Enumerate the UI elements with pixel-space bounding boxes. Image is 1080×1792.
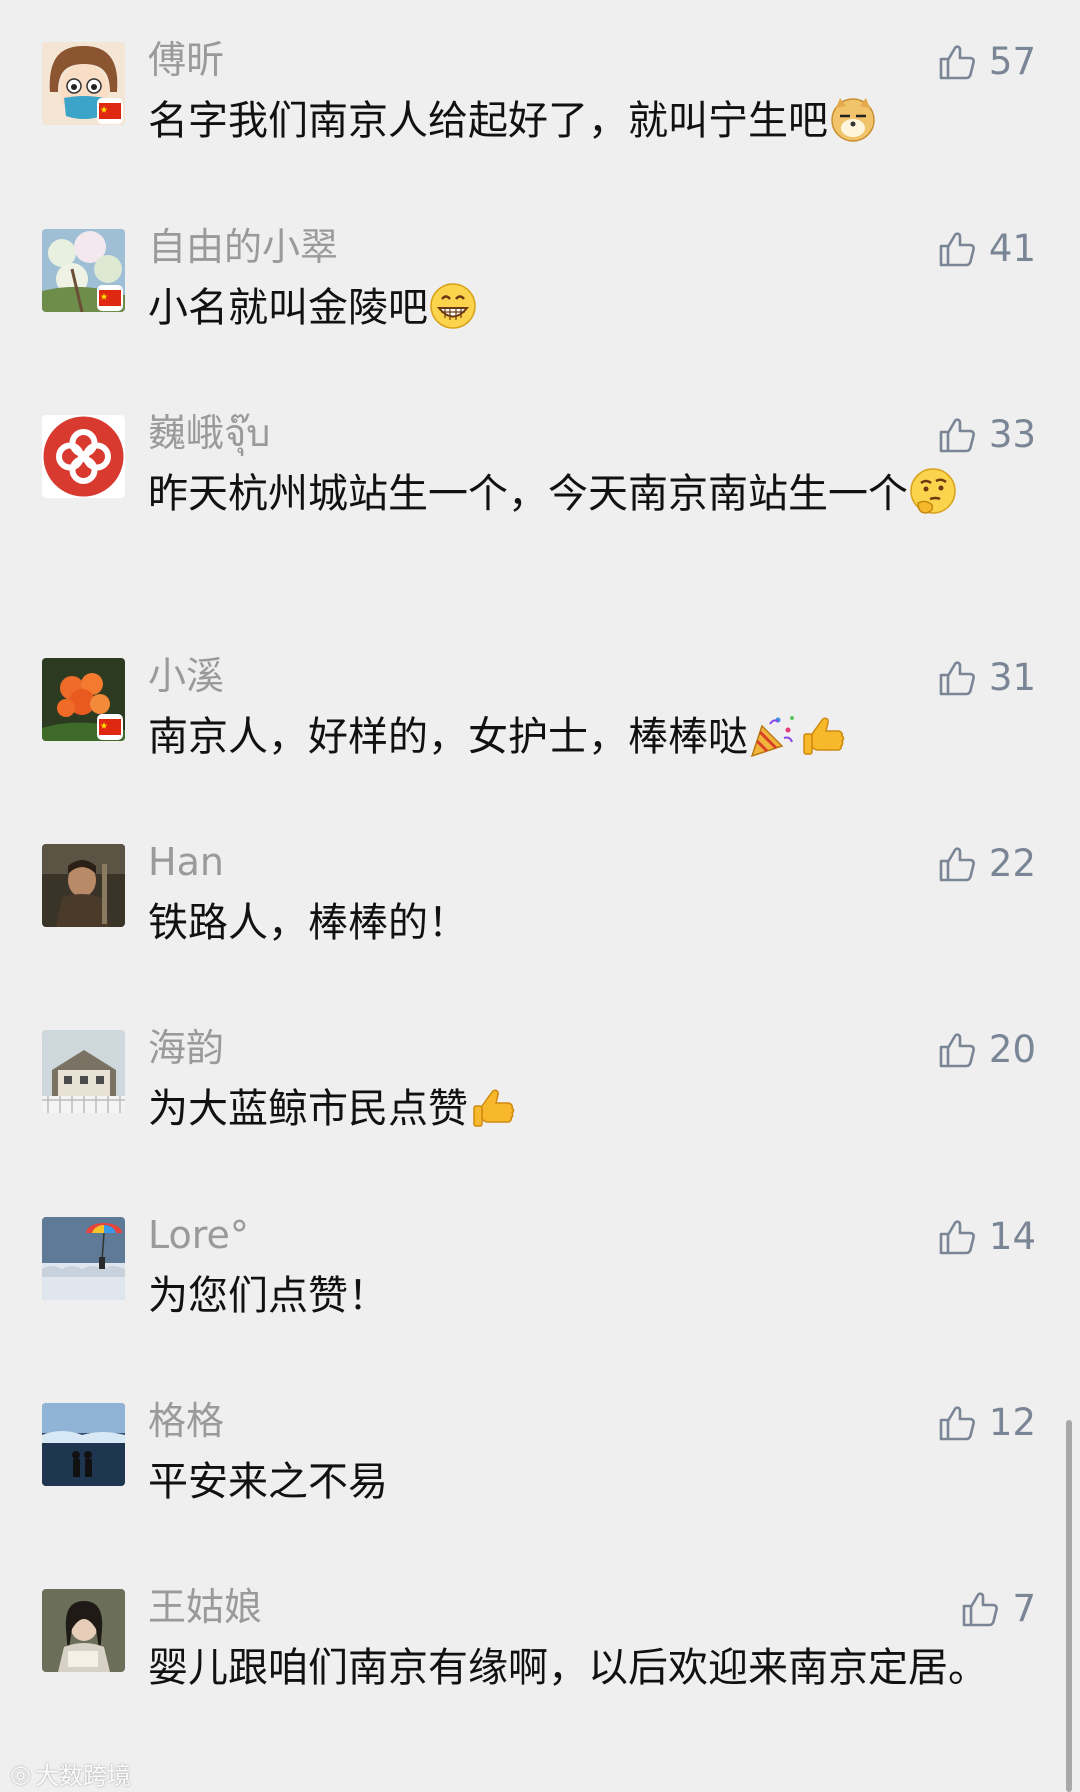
comment-text: 南京人，好样的，女护士，棒棒哒 bbox=[148, 710, 1008, 764]
comment-text-content: 为大蓝鲸市民点赞 bbox=[148, 1086, 468, 1132]
avatar[interactable] bbox=[42, 1403, 125, 1486]
like-count: 33 bbox=[988, 413, 1036, 456]
avatar[interactable] bbox=[42, 415, 125, 498]
like-button[interactable]: 12 bbox=[937, 1399, 1036, 1447]
like-count: 57 bbox=[988, 40, 1036, 83]
grin-emoji-icon bbox=[428, 281, 478, 331]
comment-text: 名字我们南京人给起好了，就叫宁生吧 bbox=[148, 94, 1008, 148]
commenter-name[interactable]: 海韵 bbox=[148, 1024, 224, 1072]
comment-text: 婴儿跟咱们南京有缘啊，以后欢迎来南京定居。 bbox=[148, 1645, 988, 1691]
commenter-name[interactable]: 自由的小翠 bbox=[148, 223, 338, 271]
like-button[interactable]: 31 bbox=[937, 654, 1036, 702]
china-flag-icon bbox=[97, 98, 123, 124]
watermark: ◎ 大数跨境 bbox=[10, 1756, 131, 1791]
thumbs-up-emoji-icon bbox=[468, 1082, 518, 1132]
thumbs-up-icon bbox=[937, 1217, 977, 1257]
like-button[interactable]: 20 bbox=[937, 1026, 1036, 1074]
comment-text: 小名就叫金陵吧 bbox=[148, 281, 1008, 335]
comment-text: 昨天杭州城站生一个，今天南京南站生一个 bbox=[148, 467, 1008, 521]
like-button[interactable]: 7 bbox=[960, 1585, 1036, 1633]
watermark-text: 大数跨境 bbox=[34, 1762, 131, 1790]
scrollbar[interactable] bbox=[1066, 1420, 1072, 1792]
commenter-name[interactable]: Han bbox=[148, 838, 224, 886]
comment-text-content: 小名就叫金陵吧 bbox=[148, 285, 428, 331]
like-button[interactable]: 41 bbox=[937, 225, 1036, 273]
like-button[interactable]: 14 bbox=[937, 1213, 1036, 1261]
like-count: 41 bbox=[988, 227, 1036, 270]
comment-text: 为您们点赞！ bbox=[148, 1273, 388, 1319]
commenter-name[interactable]: 格格 bbox=[148, 1397, 224, 1445]
avatar[interactable] bbox=[42, 1030, 125, 1113]
china-flag-icon bbox=[97, 285, 123, 311]
commenter-name[interactable]: 王姑娘 bbox=[148, 1583, 262, 1631]
doge-emoji-icon bbox=[828, 94, 878, 144]
like-count: 31 bbox=[988, 656, 1036, 699]
watermark-logo-icon: ◎ bbox=[10, 1759, 31, 1788]
thumbs-up-icon bbox=[937, 1403, 977, 1443]
comment-text-content: 南京人，好样的，女护士，棒棒哒 bbox=[148, 714, 748, 760]
comment-text: 为大蓝鲸市民点赞 bbox=[148, 1082, 1008, 1136]
thumbs-up-icon bbox=[960, 1589, 1000, 1629]
commenter-name[interactable]: 小溪 bbox=[148, 652, 224, 700]
thumbs-up-icon bbox=[937, 1030, 977, 1070]
comment-feed: 傅昕 57 名字我们南京人给起好了，就叫宁生吧 自由的小翠 41 小名就叫金陵吧 bbox=[0, 0, 1080, 1792]
avatar[interactable] bbox=[42, 844, 125, 927]
thumbs-up-icon bbox=[937, 229, 977, 269]
like-count: 7 bbox=[1012, 1587, 1036, 1630]
party-popper-emoji-icon bbox=[748, 710, 798, 760]
like-button[interactable]: 57 bbox=[937, 38, 1036, 86]
commenter-name[interactable]: 傅昕 bbox=[148, 36, 224, 84]
comment-text: 铁路人，棒棒的！ bbox=[148, 900, 468, 946]
china-flag-icon bbox=[97, 714, 123, 740]
comment-text-content: 名字我们南京人给起好了，就叫宁生吧 bbox=[148, 98, 828, 144]
like-count: 12 bbox=[988, 1401, 1036, 1444]
like-count: 22 bbox=[988, 842, 1036, 885]
like-button[interactable]: 22 bbox=[937, 840, 1036, 888]
comment-text: 平安来之不易 bbox=[148, 1459, 388, 1505]
thinking-emoji-icon bbox=[908, 467, 958, 517]
thumbs-up-icon bbox=[937, 844, 977, 884]
thumbs-up-emoji-icon bbox=[798, 710, 848, 760]
commenter-name[interactable]: Lore° bbox=[148, 1211, 249, 1259]
thumbs-up-icon bbox=[937, 658, 977, 698]
thumbs-up-icon bbox=[937, 42, 977, 82]
like-button[interactable]: 33 bbox=[937, 411, 1036, 459]
thumbs-up-icon bbox=[937, 415, 977, 455]
like-count: 20 bbox=[988, 1028, 1036, 1071]
like-count: 14 bbox=[988, 1215, 1036, 1258]
avatar[interactable] bbox=[42, 1217, 125, 1300]
comment-text-content: 昨天杭州城站生一个，今天南京南站生一个 bbox=[148, 471, 908, 517]
commenter-name[interactable]: 巍峨จุ๊บ bbox=[148, 409, 270, 457]
avatar[interactable] bbox=[42, 1589, 125, 1672]
